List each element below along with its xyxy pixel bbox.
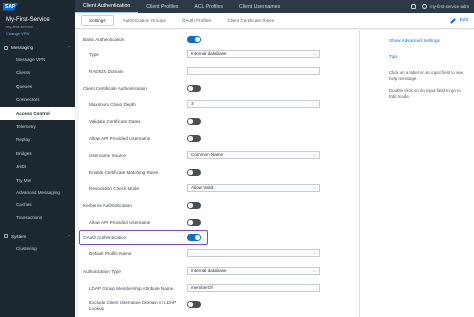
max-chain-depth-label[interactable]: Maximum Chain Depth	[89, 102, 136, 108]
validate-cert-dates-label[interactable]: Validate Certificate Dates	[89, 119, 141, 125]
sidebar-item-transactions[interactable]: Transactions	[0, 211, 75, 224]
bell-icon[interactable]	[411, 4, 417, 9]
ldap-group-attr-input[interactable]: memberOf	[187, 284, 320, 292]
sidebar-item-clients[interactable]: Clients	[0, 66, 75, 79]
help-panel: Show Advanced Settings Tips Click on a l…	[359, 30, 474, 317]
oauth-auth-label[interactable]: OAuth Authentication	[83, 235, 126, 241]
system-icon	[4, 234, 8, 239]
sidebar-item-caches[interactable]: Caches	[0, 198, 75, 211]
top-right-controls: my-first-service-adm	[411, 4, 474, 9]
sidebar-item-message-vpn[interactable]: Message VPN	[0, 53, 75, 66]
sap-logo: SAP	[3, 2, 19, 11]
tip-double-click: Double click on an input field to go to …	[389, 88, 461, 99]
revocation-check-select[interactable]: Allow Valid	[187, 184, 320, 192]
sidebar-item-queues[interactable]: Queues	[0, 80, 75, 93]
oauth-auth-toggle[interactable]	[187, 234, 201, 241]
edit-label: Edit	[459, 18, 468, 23]
subtab-client-certificate-rules[interactable]: Client Certificate Rules	[220, 16, 281, 25]
top-tab-bar: Client Authentication Client Profiles AC…	[75, 0, 474, 13]
max-chain-depth-input[interactable]: 3	[187, 100, 320, 108]
default-profile-label[interactable]: Default Profile Name	[89, 251, 131, 257]
type-select[interactable]: Internal database	[187, 50, 320, 58]
revocation-check-label[interactable]: Revocation Check Mode	[89, 186, 139, 192]
allow-api-username-label[interactable]: Allow API Provided Username	[89, 136, 150, 142]
client-cert-auth-label[interactable]: Client Certificate Authentication	[83, 86, 147, 92]
authz-type-select[interactable]: Internal database	[187, 267, 320, 275]
service-info: My-First-Service my-first-service Change…	[0, 13, 75, 36]
chevron-down-icon: ⌃	[67, 45, 71, 50]
tab-client-usernames[interactable]: Client Usernames	[231, 0, 288, 13]
sidebar-item-bridges[interactable]: Bridges	[0, 147, 75, 160]
kerberos-auth-label[interactable]: Kerberos Authentication	[83, 203, 132, 209]
sidebar-item-connectors[interactable]: Connectors	[0, 93, 75, 106]
allow-api-username-toggle[interactable]	[187, 135, 201, 142]
tab-client-authentication[interactable]: Client Authentication	[75, 0, 139, 13]
kerberos-allow-api-label[interactable]: Allow API Provided Username	[89, 220, 150, 226]
enable-cert-rules-toggle[interactable]	[187, 169, 201, 176]
enable-cert-rules-label[interactable]: Enable Certificate Matching Rules	[89, 170, 158, 176]
sidebar-item-try-me[interactable]: Try Me!	[0, 174, 75, 187]
sidebar-item-jndi[interactable]: JNDI	[0, 160, 75, 173]
user-name[interactable]: my-first-service-adm	[430, 4, 469, 9]
subtab-settings[interactable]: Settings	[81, 15, 114, 26]
exclude-domain-label-line2[interactable]: Lookup	[89, 306, 104, 312]
kerberos-auth-toggle[interactable]	[187, 202, 201, 209]
radius-domain-input[interactable]	[187, 67, 320, 75]
sidebar: SAP My-First-Service my-first-service Ch…	[0, 0, 75, 317]
section-messaging[interactable]: Messaging ⌃	[0, 42, 75, 53]
show-advanced-settings-link[interactable]: Show Advanced Settings	[389, 38, 440, 43]
tip-click-label: Click on a label or an input field to se…	[389, 70, 464, 81]
sidebar-item-access-control[interactable]: Access Control	[0, 106, 75, 120]
section-system-label: System	[11, 233, 27, 239]
messaging-icon	[4, 45, 8, 50]
tab-client-profiles[interactable]: Client Profiles	[138, 0, 186, 13]
basic-auth-label[interactable]: Basic Authentication	[83, 37, 124, 43]
tab-acl-profiles[interactable]: ACL Profiles	[186, 0, 231, 13]
subtab-authorization-groups[interactable]: Authorization Groups	[116, 16, 173, 25]
client-cert-auth-toggle[interactable]	[187, 85, 201, 92]
subtab-oauth-profiles[interactable]: OAuth Profiles	[175, 16, 219, 25]
edit-button[interactable]: Edit	[449, 17, 468, 24]
kerberos-allow-api-toggle[interactable]	[187, 219, 201, 226]
tips-title: Tips	[389, 54, 398, 59]
section-system[interactable]: System ⌃	[0, 231, 75, 242]
sidebar-item-clustering[interactable]: Clustering	[0, 242, 75, 255]
brand: SAP	[0, 0, 75, 13]
sidebar-item-telemetry[interactable]: Telemetry	[0, 120, 75, 133]
chevron-down-icon: ⌃	[67, 233, 71, 239]
change-vpn-link[interactable]: Change VPN	[6, 31, 69, 36]
username-source-label[interactable]: Username Source	[89, 153, 126, 159]
username-source-select[interactable]: Common Name	[187, 151, 320, 159]
sidebar-item-replay[interactable]: Replay	[0, 133, 75, 146]
validate-cert-dates-toggle[interactable]	[187, 118, 201, 125]
default-profile-select[interactable]	[187, 249, 320, 257]
exclude-domain-toggle[interactable]	[187, 301, 201, 308]
ldap-group-attr-label[interactable]: LDAP Group Membership Attribute Name	[89, 286, 173, 292]
section-messaging-label: Messaging	[11, 45, 34, 50]
sub-tab-bar: Settings Authorization Groups OAuth Prof…	[75, 13, 474, 29]
basic-auth-toggle[interactable]	[187, 36, 201, 43]
user-icon[interactable]	[422, 4, 428, 9]
exclude-domain-label[interactable]: Exclude Client Username Domain in LDAP	[89, 300, 176, 306]
sidebar-item-advanced-messaging[interactable]: Advanced Messaging	[0, 187, 75, 198]
radius-domain-label[interactable]: RADIUS Domain	[89, 69, 123, 75]
pencil-icon	[449, 17, 456, 24]
settings-form: Basic Authentication Type Internal datab…	[79, 30, 359, 317]
authz-type-label[interactable]: Authorization Type	[83, 269, 121, 275]
service-name: My-First-Service	[6, 17, 50, 23]
service-sub: my-first-service	[6, 24, 34, 29]
type-label[interactable]: Type	[89, 52, 99, 58]
